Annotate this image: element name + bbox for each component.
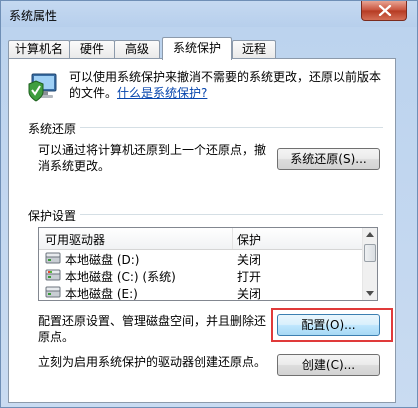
create-button[interactable]: 创建(C)...	[277, 354, 380, 376]
intro-description: 可以使用系统保护来撤消不需要的系统更改，还原以前版本的文件。	[69, 70, 382, 100]
column-separator[interactable]	[232, 228, 233, 249]
drive-protection: 关闭	[237, 253, 262, 267]
restore-group-label: 系统还原	[28, 120, 81, 137]
protection-group-label: 保护设置	[28, 207, 81, 224]
drive-name: 本地磁盘 (E:)	[65, 287, 138, 301]
hard-drive-icon	[45, 286, 61, 298]
close-icon	[378, 5, 392, 16]
column-available-drives[interactable]: 可用驱动器	[45, 231, 105, 248]
hard-drive-icon	[45, 252, 61, 264]
tab-remote[interactable]: 远程	[232, 40, 276, 59]
restore-description: 可以通过将计算机还原到上一个还原点，撤消系统更改。	[38, 143, 267, 173]
drive-protection: 关闭	[237, 287, 262, 301]
restore-divider	[28, 127, 383, 128]
tab-hardware[interactable]: 硬件	[69, 40, 115, 59]
tab-computer-name[interactable]: 计算机名	[8, 40, 70, 59]
configure-highlight-box	[271, 308, 393, 342]
drive-row[interactable]: 本地磁盘 (D:) 关闭	[39, 250, 363, 267]
drives-scrollbar[interactable]	[362, 228, 377, 300]
windows-drive-icon	[45, 269, 61, 281]
system-restore-button[interactable]: 系统还原(S)...	[277, 148, 380, 170]
close-button[interactable]	[361, 1, 407, 21]
tab-advanced[interactable]: 高级	[114, 40, 160, 59]
intro-text: 可以使用系统保护来撤消不需要的系统更改，还原以前版本的文件。什么是系统保护?	[69, 69, 389, 101]
tab-system-protection[interactable]: 系统保护	[162, 37, 232, 60]
drive-name: 本地磁盘 (C:) (系统)	[65, 270, 176, 284]
what-is-system-protection-link[interactable]: 什么是系统保护?	[117, 86, 207, 100]
drive-protection: 打开	[237, 270, 262, 284]
drives-list-header: 可用驱动器 保护	[39, 228, 363, 250]
protection-divider	[28, 214, 383, 215]
title-bar[interactable]: 系统属性	[1, 1, 418, 29]
window-title: 系统属性	[9, 9, 58, 23]
drive-name: 本地磁盘 (D:)	[65, 253, 140, 267]
scroll-down-icon[interactable]	[366, 291, 374, 296]
column-protection[interactable]: 保护	[237, 231, 261, 248]
create-description: 立刻为启用系统保护的驱动器创建还原点。	[38, 355, 267, 369]
scroll-thumb[interactable]	[364, 244, 376, 262]
drive-row[interactable]: 本地磁盘 (E:) 关闭	[39, 284, 363, 301]
drive-row[interactable]: 本地磁盘 (C:) (系统) 打开	[39, 267, 363, 284]
drives-list[interactable]: 可用驱动器 保护 本地磁盘 (D:) 关闭 本地磁盘 (C:) (系统) 打开	[38, 227, 378, 301]
configure-description: 配置还原设置、管理磁盘空间，并且删除还原点。	[38, 314, 267, 344]
system-protection-icon	[28, 73, 57, 102]
scroll-up-icon[interactable]	[366, 232, 374, 237]
system-properties-window: 系统属性 计算机名 硬件 高级 系统保护 远程 可以使用系统保护来撤消不需要的系…	[0, 0, 418, 408]
